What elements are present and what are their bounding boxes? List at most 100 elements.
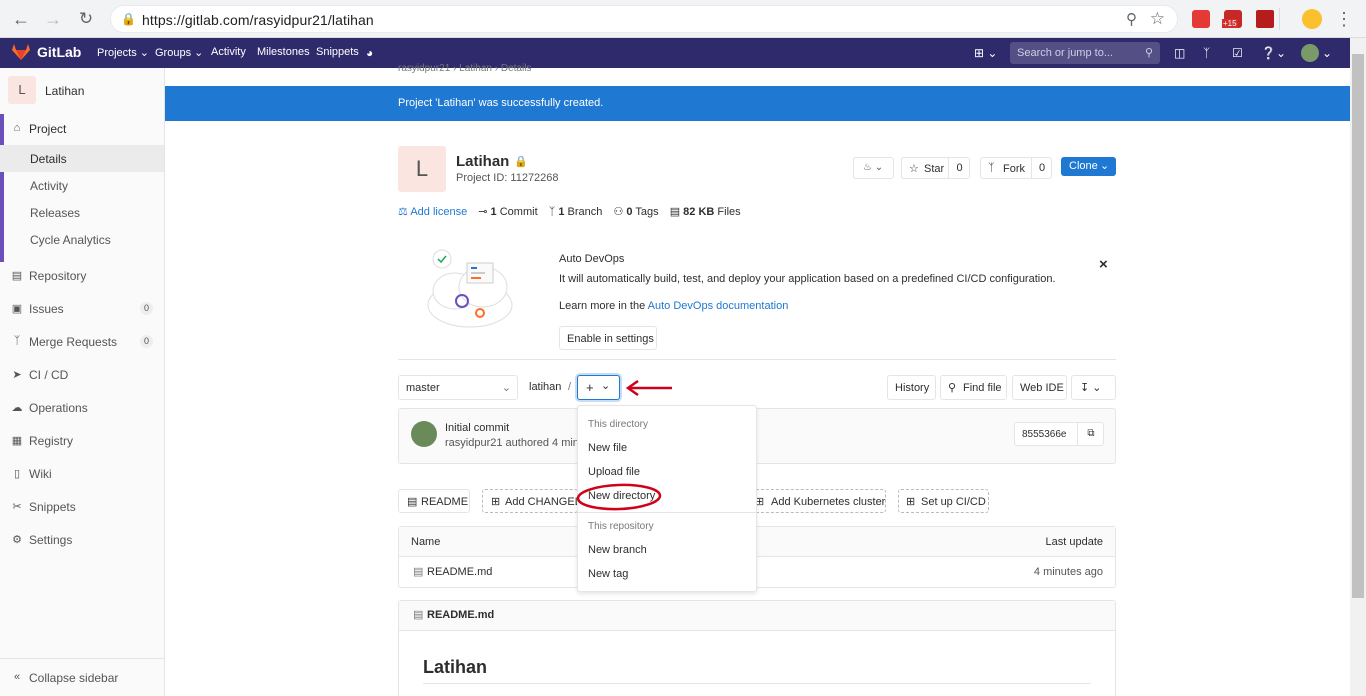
add-to-tree-dropdown-button[interactable]: + ⌄ bbox=[577, 375, 620, 400]
fork-button[interactable]: ᛉ Fork 0 bbox=[980, 157, 1052, 179]
download-icon: ↧ ⌄ bbox=[1080, 382, 1102, 394]
sidebar-item-details[interactable]: Details bbox=[0, 145, 164, 172]
search-input[interactable]: Search or jump to... ⚲ bbox=[1010, 42, 1160, 64]
collapse-sidebar-button[interactable]: « Collapse sidebar bbox=[0, 664, 164, 691]
lock-icon: 🔒 bbox=[121, 12, 136, 26]
menu-item-new-tag[interactable]: New tag bbox=[588, 568, 628, 580]
help-icon[interactable]: ❔⌄ bbox=[1261, 46, 1286, 60]
copy-icon[interactable]: ⧉ bbox=[1077, 423, 1104, 445]
breadcrumb-user[interactable]: rasyidpur21 bbox=[398, 63, 450, 74]
profile-avatar-icon[interactable] bbox=[1302, 9, 1322, 29]
sidebar-item-issues[interactable]: ▣ Issues 0 bbox=[0, 295, 164, 322]
flash-notice: Project 'Latihan' was successfully creat… bbox=[165, 86, 1350, 121]
sidebar-item-activity[interactable]: Activity bbox=[0, 172, 164, 199]
nav-milestones[interactable]: Milestones bbox=[257, 46, 310, 58]
sidebar-item-ci-cd[interactable]: ➤ CI / CD bbox=[0, 361, 164, 388]
add-kubernetes-button[interactable]: ⊞ Add Kubernetes cluster bbox=[748, 489, 886, 513]
notification-dropdown-button[interactable]: ♨ ⌄ bbox=[853, 157, 894, 179]
extension-pdf-icon[interactable] bbox=[1256, 10, 1274, 28]
sidebar-item-merge-requests[interactable]: ᛉ Merge Requests 0 bbox=[0, 328, 164, 355]
reload-icon[interactable]: ↻ bbox=[76, 9, 96, 29]
file-name-link[interactable]: README.md bbox=[427, 566, 492, 578]
table-row[interactable]: ▤ README.md 4 minutes ago bbox=[399, 558, 1115, 587]
gitlab-logo-icon[interactable] bbox=[12, 44, 30, 60]
project-avatar[interactable]: L bbox=[8, 76, 36, 104]
bookmark-star-icon[interactable]: ☆ bbox=[1150, 9, 1165, 29]
merge-requests-count-badge: 0 bbox=[140, 335, 153, 348]
history-button[interactable]: History bbox=[887, 375, 936, 400]
sidebar-item-releases[interactable]: Releases bbox=[0, 199, 164, 226]
download-dropdown-button[interactable]: ↧ ⌄ bbox=[1071, 375, 1116, 400]
nav-groups[interactable]: Groups ⌄ bbox=[155, 46, 203, 59]
rocket-icon: ➤ bbox=[12, 369, 22, 381]
chevron-down-icon: ⌄ bbox=[501, 382, 511, 394]
sidebar-item-project[interactable]: ⌂ Project bbox=[0, 115, 164, 142]
star-icon: ☆ bbox=[909, 163, 919, 175]
menu-item-upload-file[interactable]: Upload file bbox=[588, 466, 640, 478]
commit-title[interactable]: Initial commit bbox=[445, 422, 509, 434]
branches-link[interactable]: Branch bbox=[568, 206, 603, 218]
repo-path[interactable]: latihan bbox=[529, 381, 561, 393]
add-changelog-button[interactable]: ⊞ Add CHANGELO bbox=[482, 489, 578, 513]
branch-select[interactable]: master ⌄ bbox=[398, 375, 518, 400]
nav-activity[interactable]: Activity bbox=[211, 46, 246, 58]
todos-icon[interactable]: ☑ bbox=[1232, 46, 1243, 60]
commit-meta: rasyidpur21 authored 4 minu bbox=[445, 437, 586, 449]
enable-in-settings-button[interactable]: Enable in settings bbox=[559, 326, 657, 350]
search-icon: ⚲ bbox=[948, 382, 957, 394]
add-license-link[interactable]: Add license bbox=[410, 206, 467, 218]
extension-video-icon[interactable] bbox=[1192, 10, 1210, 28]
web-ide-button[interactable]: Web IDE bbox=[1012, 375, 1067, 400]
sidebar-item-repository[interactable]: ▤ Repository bbox=[0, 262, 164, 289]
tags-link[interactable]: Tags bbox=[635, 206, 658, 218]
gear-icon: ⚙ bbox=[12, 534, 22, 546]
close-icon[interactable]: × bbox=[1099, 256, 1108, 273]
section-divider bbox=[398, 359, 1116, 360]
clone-button[interactable]: Clone ⌄ bbox=[1061, 157, 1116, 176]
admin-gauge-icon[interactable]: ◕ bbox=[366, 46, 373, 60]
file-icon: ▤ bbox=[413, 566, 424, 578]
sidebar-project-name[interactable]: Latihan bbox=[45, 84, 84, 98]
sidebar-item-cycle-analytics[interactable]: Cycle Analytics bbox=[0, 226, 164, 253]
scrollbar-thumb[interactable] bbox=[1352, 54, 1364, 598]
files-link[interactable]: Files bbox=[717, 206, 740, 218]
commit-author-avatar[interactable] bbox=[411, 421, 437, 447]
file-icon: ▤ bbox=[407, 496, 418, 508]
sidebar-item-registry[interactable]: ▦ Registry bbox=[0, 427, 164, 454]
breadcrumb-project[interactable]: Latihan bbox=[459, 63, 492, 74]
commit-sha[interactable]: 8555366e bbox=[1022, 429, 1067, 440]
nav-projects[interactable]: Projects ⌄ bbox=[97, 46, 149, 59]
menu-item-new-branch[interactable]: New branch bbox=[588, 544, 647, 556]
readme-shortcut-button[interactable]: ▤ README bbox=[398, 489, 470, 513]
search-icon[interactable]: ⚲ bbox=[1126, 10, 1137, 28]
more-menu-icon[interactable]: ⋮ bbox=[1334, 9, 1354, 29]
lock-icon: 🔒 bbox=[514, 156, 528, 168]
forward-icon[interactable]: → bbox=[43, 9, 63, 29]
gitlab-brand[interactable]: GitLab bbox=[37, 44, 81, 60]
plus-square-icon: ⊞ bbox=[491, 496, 501, 508]
sidebar-panel-icon[interactable]: ◫ bbox=[1174, 46, 1185, 60]
commits-link[interactable]: Commit bbox=[500, 206, 538, 218]
back-icon[interactable]: ← bbox=[11, 9, 31, 29]
sidebar-item-wiki[interactable]: ▯ Wiki bbox=[0, 460, 164, 487]
sidebar-item-settings[interactable]: ⚙ Settings bbox=[0, 526, 164, 553]
menu-item-new-file[interactable]: New file bbox=[588, 442, 627, 454]
find-file-button[interactable]: ⚲ Find file bbox=[940, 375, 1007, 400]
nav-snippets[interactable]: Snippets bbox=[316, 46, 359, 58]
file-icon: ▤ bbox=[669, 206, 681, 218]
setup-ci-button[interactable]: ⊞ Set up CI/CD bbox=[898, 489, 989, 513]
address-bar[interactable]: 🔒 https://gitlab.com/rasyidpur21/latihan… bbox=[110, 5, 1178, 33]
star-button[interactable]: ☆ Star 0 bbox=[901, 157, 970, 179]
merge-requests-nav-icon[interactable]: ᛉ bbox=[1203, 46, 1210, 60]
license-icon: ⚖ bbox=[398, 206, 408, 218]
breadcrumb-details[interactable]: Details bbox=[501, 63, 532, 74]
extension-download-icon[interactable]: +15 bbox=[1222, 10, 1242, 28]
sidebar-item-operations[interactable]: ☁ Operations bbox=[0, 394, 164, 421]
sidebar-item-snippets[interactable]: ✂ Snippets bbox=[0, 493, 164, 520]
menu-section-this-repository: This repository bbox=[588, 521, 654, 532]
devops-docs-link[interactable]: Auto DevOps documentation bbox=[648, 300, 789, 312]
chevron-down-icon[interactable]: ⌄ bbox=[1322, 46, 1332, 60]
user-avatar[interactable] bbox=[1301, 44, 1319, 62]
readme-filename[interactable]: README.md bbox=[427, 609, 494, 621]
new-plus-icon[interactable]: ⊞ ⌄ bbox=[974, 46, 997, 60]
